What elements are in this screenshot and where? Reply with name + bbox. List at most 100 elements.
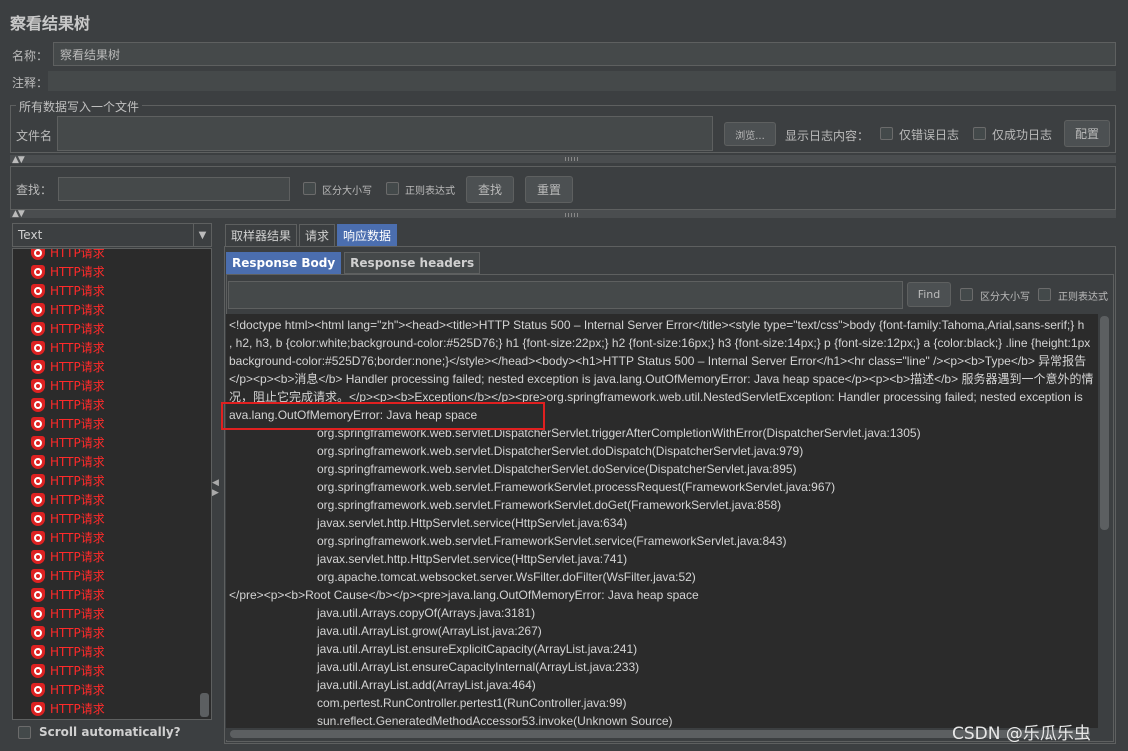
tree-item[interactable]: HTTP请求 (13, 509, 211, 528)
error-shield-icon (31, 682, 45, 697)
name-input[interactable] (53, 42, 1116, 66)
error-shield-icon (31, 473, 45, 488)
tree-item[interactable]: HTTP请求 (13, 338, 211, 357)
tree-item[interactable]: HTTP请求 (13, 357, 211, 376)
tree-item[interactable]: HTTP请求 (13, 490, 211, 509)
collapse-arrows-icon[interactable]: ▲▼ (12, 155, 25, 165)
response-vscroll-thumb[interactable] (1100, 316, 1109, 530)
tree-item-label: HTTP请求 (50, 284, 105, 298)
subtab-response-body[interactable]: Response Body (226, 252, 342, 274)
chevron-down-icon[interactable]: ▼ (193, 224, 211, 246)
comment-input[interactable] (48, 71, 1116, 91)
tree-item[interactable]: HTTP请求 (13, 248, 211, 262)
error-shield-icon (31, 249, 45, 260)
configure-button[interactable]: 配置 (1064, 120, 1110, 147)
divider-middle[interactable] (10, 210, 1116, 218)
tree-item[interactable]: HTTP请求 (13, 262, 211, 281)
response-line: java.util.ArrayList.ensureCapacityIntern… (317, 660, 640, 674)
results-tree[interactable]: HTTP请求 HTTP请求 HTTP请求 HTTP请求 HTTP请求 HTTP请求 HTTP… (12, 248, 212, 720)
tree-item[interactable]: HTTP请求 (13, 300, 211, 319)
error-shield-icon (31, 321, 45, 336)
tree-item[interactable]: HTTP请求 (13, 376, 211, 395)
response-regex-checkbox[interactable] (1038, 288, 1051, 301)
response-line: javax.servlet.http.HttpServlet.service(H… (317, 552, 628, 566)
error-shield-icon (31, 264, 45, 279)
splitter-grip-icon-2[interactable] (565, 213, 579, 217)
error-shield-icon (31, 530, 45, 545)
response-body-text[interactable]: <!doctype html><html lang="zh"><head><ti… (226, 314, 1098, 728)
search-input[interactable] (58, 177, 290, 201)
error-shield-icon (31, 435, 45, 450)
tree-item[interactable]: HTTP请求 (13, 642, 211, 661)
tree-item[interactable]: HTTP请求 (13, 566, 211, 585)
tab-sampler-result[interactable]: 取样器结果 (225, 224, 298, 246)
error-shield-icon (31, 283, 45, 298)
success-only-checkbox[interactable] (973, 127, 986, 140)
tree-item-label: HTTP请求 (50, 455, 105, 469)
search-case-checkbox[interactable] (303, 182, 316, 195)
watermark: CSDN @乐瓜乐虫 (952, 724, 1091, 744)
error-shield-icon (31, 587, 45, 602)
tree-scrollbar-thumb[interactable] (200, 693, 209, 717)
filename-input[interactable] (57, 116, 713, 151)
tab-request[interactable]: 请求 (299, 224, 336, 246)
collapse-arrows-icon-2[interactable]: ▲▼ (12, 209, 25, 219)
vertical-splitter-arrows-icon[interactable]: ◀ ▶ (212, 478, 219, 498)
response-line: org.springframework.web.servlet.Framewor… (317, 480, 836, 494)
response-line: java.util.ArrayList.add(ArrayList.java:4… (317, 678, 536, 692)
error-shield-icon (31, 606, 45, 621)
tree-item[interactable]: HTTP请求 (13, 623, 211, 642)
response-line: , h2, h3, b {color:white;background-colo… (229, 336, 1091, 350)
response-search-input[interactable] (228, 281, 903, 309)
tree-item-label: HTTP请求 (50, 512, 105, 526)
comment-label: 注释： (12, 76, 49, 90)
tree-item[interactable]: HTTP请求 (13, 661, 211, 680)
tree-item[interactable]: HTTP请求 (13, 452, 211, 471)
browse-button[interactable]: 浏览... (724, 122, 776, 146)
errors-only-label: 仅错误日志 (899, 128, 960, 142)
subtab-response-headers[interactable]: Response headers (344, 252, 481, 274)
tree-item[interactable]: HTTP请求 (13, 414, 211, 433)
tree-item[interactable]: HTTP请求 (13, 471, 211, 490)
error-shield-icon (31, 625, 45, 640)
error-highlight-box (221, 402, 545, 430)
search-reset-button[interactable]: 重置 (525, 176, 573, 203)
response-line: java.util.Arrays.copyOf(Arrays.java:3181… (317, 606, 536, 620)
errors-only-checkbox[interactable] (880, 127, 893, 140)
tree-item-label: HTTP请求 (50, 683, 105, 697)
response-subtabs: Response Body Response headers (226, 252, 483, 274)
error-shield-icon (31, 701, 45, 716)
response-line: com.pertest.RunController.pertest1(RunCo… (317, 696, 627, 710)
tree-item[interactable]: HTTP请求 (13, 528, 211, 547)
search-find-button[interactable]: 查找 (466, 176, 514, 203)
error-shield-icon (31, 568, 45, 583)
response-line: java.util.ArrayList.grow(ArrayList.java:… (317, 624, 542, 638)
search-label: 查找： (16, 183, 53, 197)
scroll-auto-checkbox[interactable] (18, 726, 31, 739)
tree-item[interactable]: HTTP请求 (13, 585, 211, 604)
tree-item[interactable]: HTTP请求 (13, 547, 211, 566)
response-find-button[interactable]: Find (907, 282, 951, 307)
tree-item[interactable]: HTTP请求 (13, 604, 211, 623)
search-regex-checkbox[interactable] (386, 182, 399, 195)
tree-item[interactable]: HTTP请求 (13, 319, 211, 338)
tree-item[interactable]: HTTP请求 (13, 395, 211, 414)
error-shield-icon (31, 302, 45, 317)
results-tree-list: HTTP请求 HTTP请求 HTTP请求 HTTP请求 HTTP请求 HTTP请求 HTTP… (13, 248, 211, 718)
tab-response-data[interactable]: 响应数据 (337, 224, 398, 246)
tree-item-label: HTTP请求 (50, 417, 105, 431)
renderer-select[interactable]: Text ▼ (12, 223, 212, 247)
tree-item[interactable]: HTTP请求 (13, 281, 211, 300)
tree-item-label: HTTP请求 (50, 379, 105, 393)
tree-item-label: HTTP请求 (50, 664, 105, 678)
response-line: org.springframework.web.servlet.Dispatch… (317, 462, 797, 476)
tree-item-label: HTTP请求 (50, 248, 105, 260)
response-case-checkbox[interactable] (960, 288, 973, 301)
tree-item[interactable]: HTTP请求 (13, 699, 211, 718)
filename-label: 文件名 (16, 129, 53, 143)
tree-item[interactable]: HTTP请求 (13, 680, 211, 699)
search-case-label: 区分大小写 (322, 186, 372, 197)
divider-top[interactable] (10, 155, 1116, 163)
tree-item[interactable]: HTTP请求 (13, 433, 211, 452)
splitter-grip-icon[interactable] (565, 157, 579, 161)
